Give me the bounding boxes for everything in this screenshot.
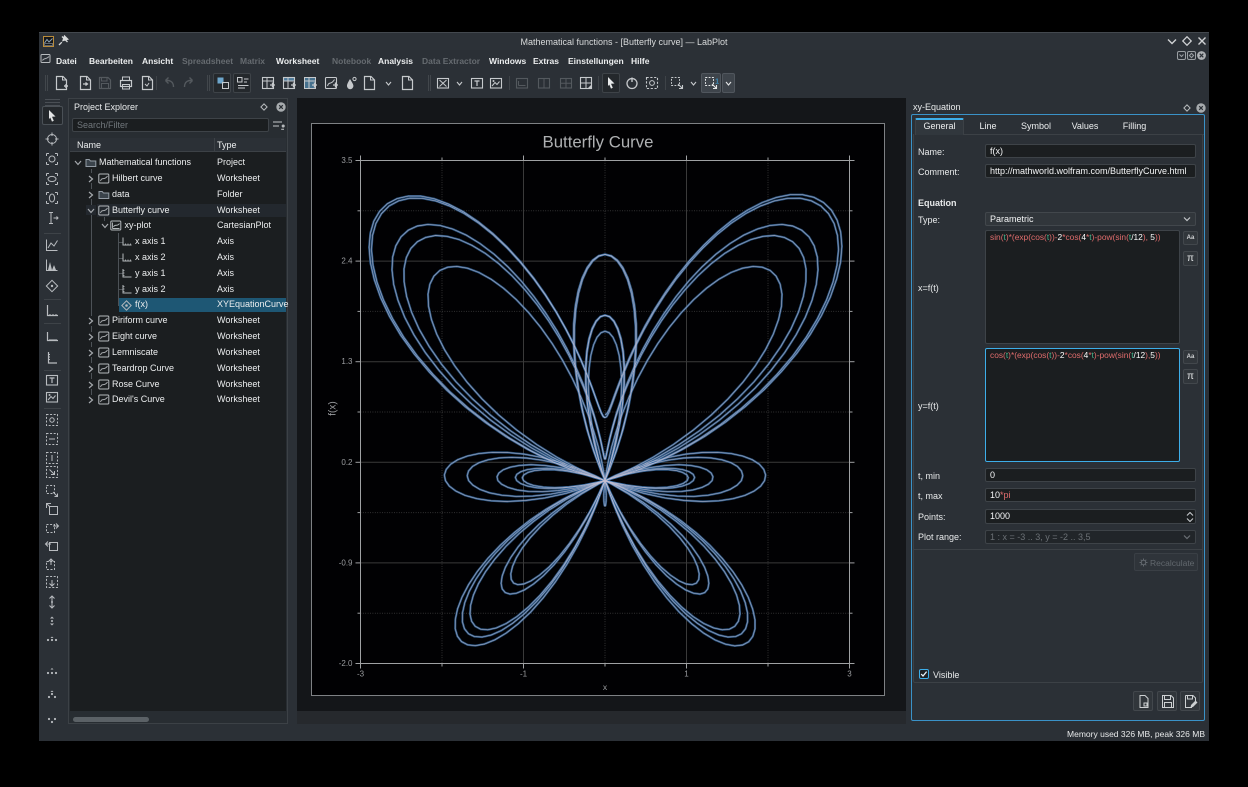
svg-text:3: 3 <box>847 670 852 679</box>
svg-text:-1: -1 <box>520 670 528 679</box>
svg-text:2.4: 2.4 <box>341 257 353 266</box>
svg-text:-2.0: -2.0 <box>339 659 353 668</box>
svg-text:f(x): f(x) <box>328 401 339 415</box>
svg-text:0.2: 0.2 <box>341 458 353 467</box>
svg-text:1: 1 <box>684 670 689 679</box>
svg-text:1: 1 <box>715 77 719 86</box>
svg-text:-0.9: -0.9 <box>339 558 353 567</box>
svg-text:-3: -3 <box>357 670 365 679</box>
svg-text:1.3: 1.3 <box>341 357 353 366</box>
svg-text:3.5: 3.5 <box>341 156 353 165</box>
svg-text:Butterfly Curve: Butterfly Curve <box>543 133 654 152</box>
svg-text:x: x <box>603 682 608 692</box>
